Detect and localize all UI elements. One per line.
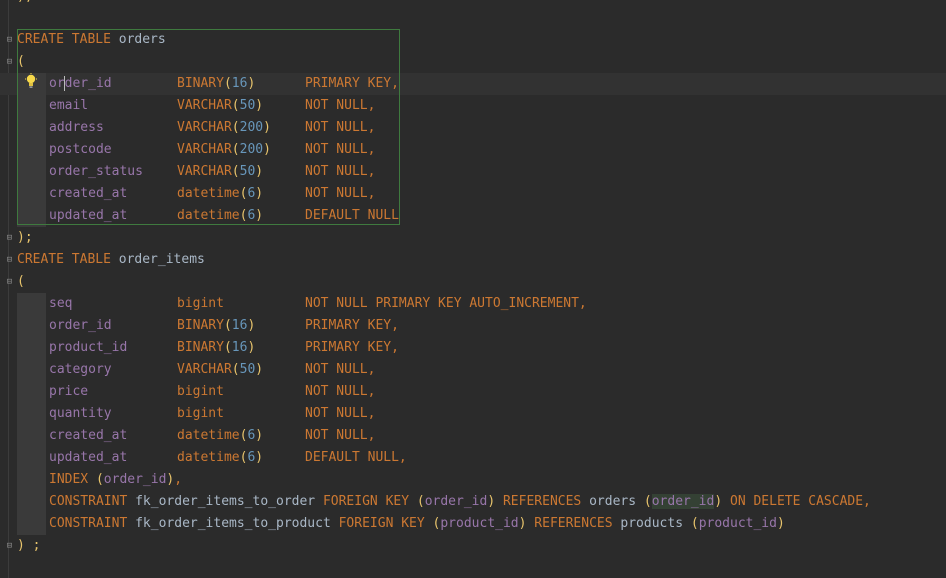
code-line[interactable]: ); [17,227,33,249]
code-line[interactable]: updated_at [49,447,127,469]
fold-icon[interactable]: ⊟ [5,278,14,287]
code-line[interactable]: quantity [49,403,112,425]
code-editor[interactable]: ); ⊟ ⊟ ⊟ ⊟ ⊟ ⊟ CREATE TABLE orders ( ord… [0,0,946,578]
code-line[interactable]: ); [17,0,33,8]
code-line[interactable]: CONSTRAINT fk_order_items_to_order FOREI… [49,491,871,513]
fold-icon[interactable]: ⊟ [5,542,14,551]
code-line[interactable]: order_status [49,161,143,183]
highlighted-identifier: order_id [651,494,715,509]
code-line[interactable]: order_id [49,315,112,337]
fold-icon[interactable]: ⊟ [5,36,14,45]
code-line[interactable]: price [49,381,88,403]
code-line[interactable]: product_id [49,337,127,359]
code-line[interactable]: CREATE TABLE order_items [17,249,205,271]
code-line[interactable]: CONSTRAINT fk_order_items_to_product FOR… [49,513,785,535]
fold-icon[interactable]: ⊟ [5,234,14,243]
code-line[interactable]: CREATE TABLE orders [17,29,166,51]
code-line[interactable]: order_id [49,73,112,95]
lightbulb-icon[interactable] [23,73,39,89]
indent-guide [17,293,46,535]
code-line[interactable]: ( [17,51,25,73]
code-line[interactable]: category [49,359,112,381]
code-line[interactable]: updated_at [49,205,127,227]
current-line-highlight [0,73,946,95]
code-line[interactable]: address [49,117,104,139]
code-line[interactable]: postcode [49,139,112,161]
code-line[interactable]: ( [17,271,25,293]
code-line[interactable]: email [49,95,88,117]
indent-guide [17,73,46,227]
code-line[interactable]: created_at [49,425,127,447]
code-line[interactable]: created_at [49,183,127,205]
code-line[interactable]: ) ; [17,535,40,557]
fold-icon[interactable]: ⊟ [5,58,14,67]
fold-icon[interactable]: ⊟ [5,256,14,265]
code-line[interactable]: INDEX (order_id), [49,469,182,491]
code-line[interactable]: seq [49,293,72,315]
